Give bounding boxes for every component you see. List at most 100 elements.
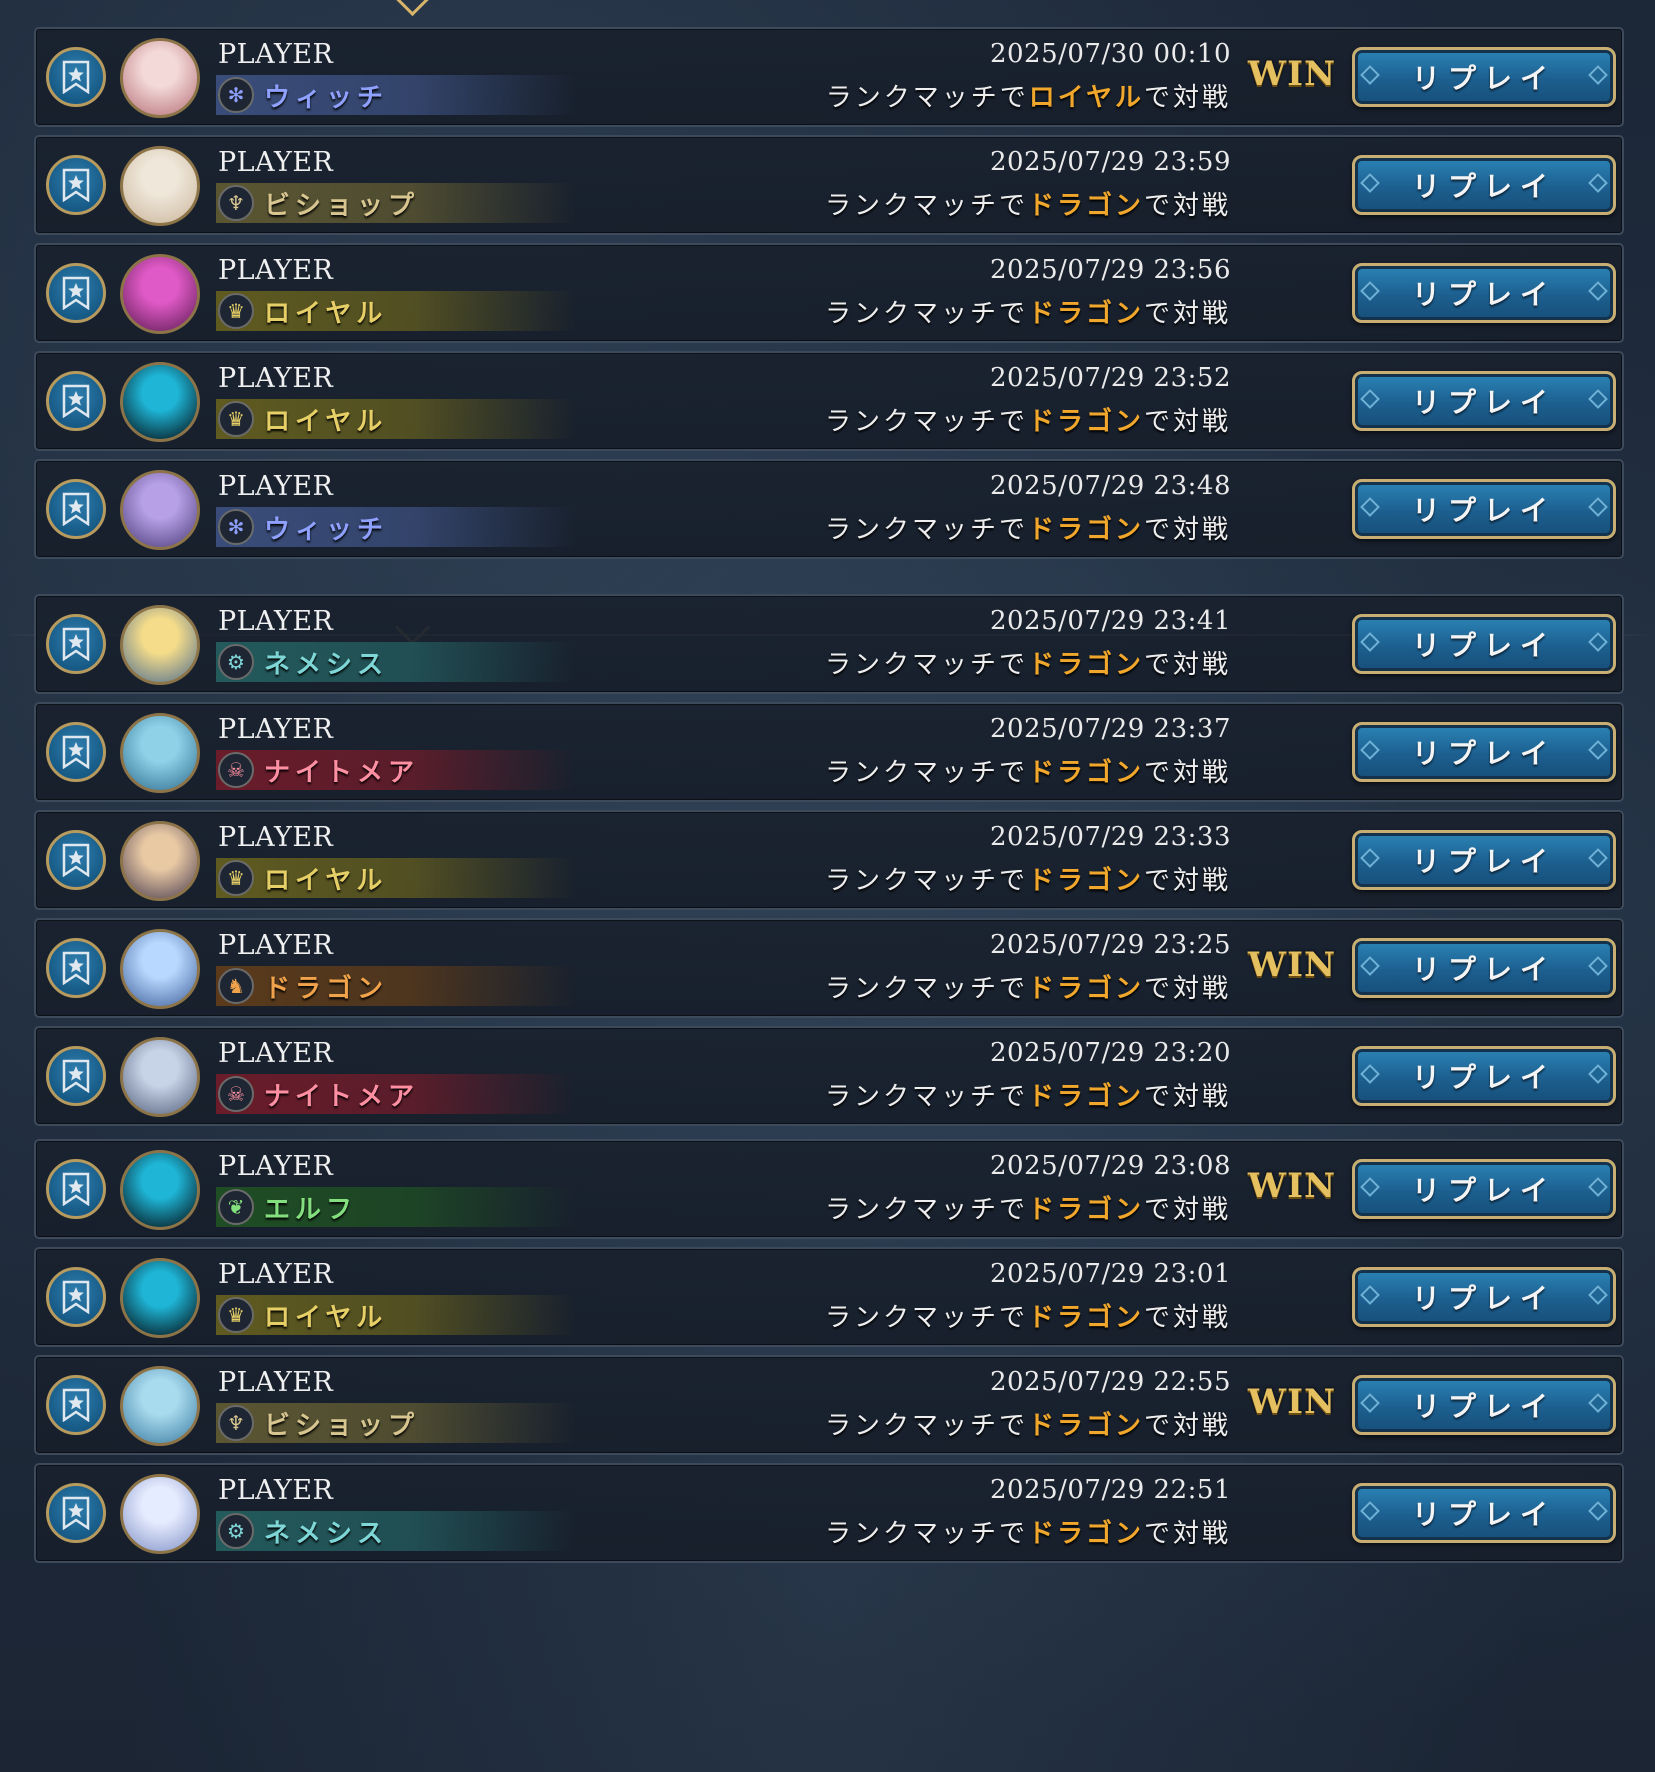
favorite-bookmark-button[interactable]	[46, 1267, 106, 1327]
opponent-avatar[interactable]	[120, 713, 200, 793]
favorite-bookmark-button[interactable]	[46, 47, 106, 107]
player-name: PLAYER	[218, 822, 334, 853]
bookmark-star-icon	[62, 60, 90, 94]
bookmark-star-icon	[62, 951, 90, 985]
dragon-icon: ♞	[218, 968, 254, 1004]
player-name: PLAYER	[218, 1038, 334, 1069]
favorite-bookmark-button[interactable]	[46, 1483, 106, 1543]
opponent-class-band: ✻ ウィッチ	[216, 507, 576, 547]
opponent-avatar[interactable]	[120, 146, 200, 226]
favorite-bookmark-button[interactable]	[46, 614, 106, 674]
favorite-bookmark-button[interactable]	[46, 371, 106, 431]
nemesis-icon: ⚙	[218, 1513, 254, 1549]
opponent-class-name: ネメシス	[264, 649, 389, 680]
opponent-avatar[interactable]	[120, 1366, 200, 1446]
nightmare-icon: ☠	[218, 1076, 254, 1112]
favorite-bookmark-button[interactable]	[46, 155, 106, 215]
replay-button[interactable]: リプレイ	[1352, 722, 1616, 782]
favorite-bookmark-button[interactable]	[46, 830, 106, 890]
replay-button[interactable]: リプレイ	[1352, 155, 1616, 215]
opponent-avatar[interactable]	[120, 929, 200, 1009]
match-type: ランクマッチで	[824, 650, 1028, 680]
opponent-avatar[interactable]	[120, 1037, 200, 1117]
royal-icon: ♛	[218, 293, 254, 329]
match-description: ランクマッチでドラゴンで対戦	[736, 752, 1231, 789]
favorite-bookmark-button[interactable]	[46, 1046, 106, 1106]
favorite-bookmark-button[interactable]	[46, 479, 106, 539]
replay-button[interactable]: リプレイ	[1352, 1159, 1616, 1219]
replay-button[interactable]: リプレイ	[1352, 479, 1616, 539]
favorite-bookmark-button[interactable]	[46, 263, 106, 323]
button-ornament	[1588, 740, 1608, 760]
battle-history-row: PLAYER ✻ ウィッチ 2025/07/29 23:48 ランクマッチでドラ…	[34, 459, 1624, 559]
bishop-icon: ♆	[218, 1405, 254, 1441]
replay-button[interactable]: リプレイ	[1352, 371, 1616, 431]
match-suffix: で対戦	[1143, 191, 1231, 221]
replay-button[interactable]: リプレイ	[1352, 1483, 1616, 1543]
button-ornament	[1588, 65, 1608, 85]
opponent-avatar[interactable]	[120, 38, 200, 118]
opponent-avatar[interactable]	[120, 254, 200, 334]
opponent-avatar[interactable]	[120, 362, 200, 442]
match-suffix: で対戦	[1143, 407, 1231, 437]
bookmark-star-icon	[62, 627, 90, 661]
opponent-class-band: ✻ ウィッチ	[216, 75, 576, 115]
replay-label: リプレイ	[1411, 953, 1556, 986]
replay-button[interactable]: リプレイ	[1352, 830, 1616, 890]
replay-button[interactable]: リプレイ	[1352, 938, 1616, 998]
favorite-bookmark-button[interactable]	[46, 938, 106, 998]
replay-button[interactable]: リプレイ	[1352, 1375, 1616, 1435]
match-suffix: で対戦	[1143, 650, 1231, 680]
player-name: PLAYER	[218, 471, 334, 502]
replay-button[interactable]: リプレイ	[1352, 614, 1616, 674]
opponent-avatar[interactable]	[120, 1474, 200, 1554]
match-type: ランクマッチで	[824, 758, 1028, 788]
match-suffix: で対戦	[1143, 974, 1231, 1004]
my-class-name: ドラゴン	[1027, 1519, 1144, 1549]
opponent-avatar[interactable]	[120, 470, 200, 550]
match-datetime: 2025/07/29 22:51	[989, 1475, 1231, 1505]
button-ornament	[1360, 1064, 1380, 1084]
bookmark-star-icon	[62, 1388, 90, 1422]
opponent-class-band: ⚙ ネメシス	[216, 1511, 576, 1551]
replay-label: リプレイ	[1411, 1174, 1556, 1207]
opponent-class-name: ナイトメア	[264, 757, 420, 788]
match-datetime: 2025/07/29 23:41	[989, 606, 1231, 636]
replay-button[interactable]: リプレイ	[1352, 47, 1616, 107]
replay-button[interactable]: リプレイ	[1352, 1267, 1616, 1327]
match-description: ランクマッチでロイヤルで対戦	[736, 77, 1231, 114]
opponent-class-name: ロイヤル	[264, 865, 388, 896]
battle-history-row: PLAYER ❦ エルフ 2025/07/29 23:08 ランクマッチでドラゴ…	[34, 1139, 1624, 1239]
bishop-icon: ♆	[218, 185, 254, 221]
battle-history-row: PLAYER ♞ ドラゴン 2025/07/29 23:25 ランクマッチでドラ…	[34, 918, 1624, 1018]
replay-label: リプレイ	[1411, 737, 1556, 770]
button-ornament	[1360, 173, 1380, 193]
replay-button[interactable]: リプレイ	[1352, 263, 1616, 323]
bookmark-star-icon	[62, 1172, 90, 1206]
favorite-bookmark-button[interactable]	[46, 722, 106, 782]
opponent-avatar[interactable]	[120, 605, 200, 685]
replay-button[interactable]: リプレイ	[1352, 1046, 1616, 1106]
button-ornament	[1588, 281, 1608, 301]
match-datetime: 2025/07/29 23:08	[989, 1151, 1231, 1181]
my-class-name: ドラゴン	[1027, 191, 1144, 221]
replay-label: リプレイ	[1411, 170, 1556, 203]
elf-icon: ❦	[218, 1189, 254, 1225]
opponent-class-band: ❦ エルフ	[216, 1187, 576, 1227]
royal-icon: ♛	[218, 1297, 254, 1333]
button-ornament	[1360, 956, 1380, 976]
opponent-avatar[interactable]	[120, 1258, 200, 1338]
match-suffix: で対戦	[1143, 1519, 1231, 1549]
my-class-name: ドラゴン	[1027, 515, 1144, 545]
opponent-avatar[interactable]	[120, 1150, 200, 1230]
favorite-bookmark-button[interactable]	[46, 1375, 106, 1435]
match-type: ランクマッチで	[824, 407, 1028, 437]
favorite-bookmark-button[interactable]	[46, 1159, 106, 1219]
player-name: PLAYER	[218, 39, 334, 70]
match-description: ランクマッチでドラゴンで対戦	[736, 1405, 1231, 1442]
button-ornament	[1360, 848, 1380, 868]
replay-label: リプレイ	[1411, 278, 1556, 311]
player-name: PLAYER	[218, 1367, 334, 1398]
button-ornament	[1360, 632, 1380, 652]
opponent-avatar[interactable]	[120, 821, 200, 901]
